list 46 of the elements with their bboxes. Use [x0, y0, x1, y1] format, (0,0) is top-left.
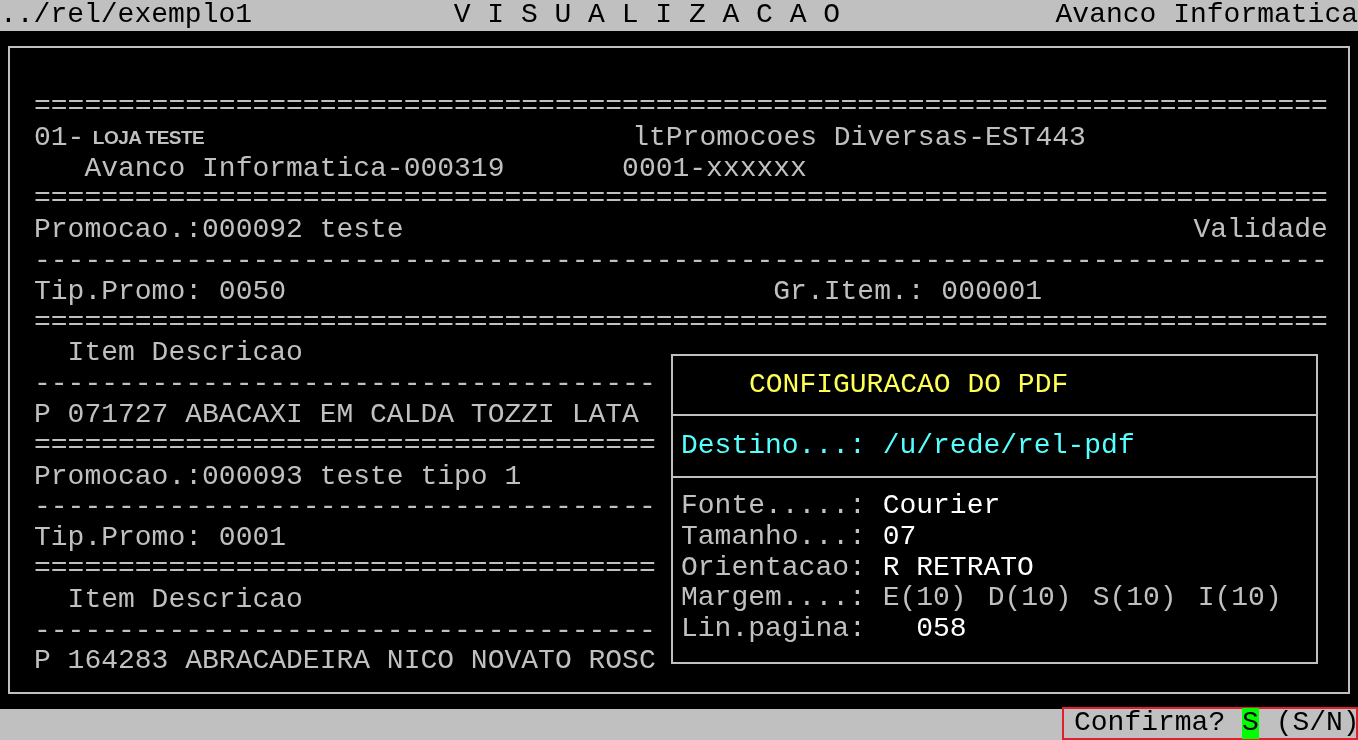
field-value: 058 [916, 614, 967, 645]
report-text: Item Descricao [67, 583, 303, 615]
company-name: Avanco Informatica [1055, 0, 1358, 31]
confirm-prompt: Confirma? [1074, 708, 1226, 739]
rule-line: ----------------------------------------------------------------------------- [34, 245, 1328, 276]
field-label: Orientacao: [681, 551, 866, 583]
field-label: Lin.pagina: [681, 613, 866, 645]
file-path: ../rel/exemplo1 [0, 0, 253, 31]
screen-title: V I S U A L I Z A C A O [453, 0, 841, 31]
report-text: Gr.Item.: 000001 [773, 275, 1043, 307]
dialog-title: CONFIGURACAO DO PDF [749, 369, 1069, 401]
report-text: Item Descricao [67, 337, 303, 369]
destination-value[interactable]: /u/rede/rel-pdf [882, 430, 1135, 462]
report-text: Avanco Informatica-000319 [84, 152, 505, 184]
rule-line: ============================================================================= [34, 91, 1328, 122]
margin-value: D(10) [987, 583, 1072, 615]
rule-line: ===================================== [34, 429, 656, 461]
report-text: 0001-xxxxxx [622, 152, 807, 184]
rule-line: ============================================================================= [34, 183, 1328, 215]
field-label: Margem....: [681, 582, 866, 614]
rule-line: ------------------------------------- [34, 614, 656, 646]
report-text: Tip.Promo: 0001 [34, 522, 287, 554]
answer-field[interactable]: S [1242, 708, 1259, 739]
field-value: Courier [882, 491, 1001, 522]
margin-value: I(10) [1197, 583, 1282, 615]
rule-line: ===================================== [34, 552, 656, 584]
report-text: ltPromocoes Diversas-EST443 [632, 121, 1086, 153]
margin-value: S(10) [1092, 583, 1177, 615]
report-text: Promocao.:000093 teste tipo 1 [34, 460, 522, 492]
margin-value: E(10) [882, 583, 967, 615]
field-value: 07 [882, 521, 917, 553]
report-text: P 071727 ABACAXI EM CALDA TOZZI LATA [34, 398, 639, 430]
rule-line: ------------------------------------- [34, 491, 656, 523]
answer-options: (S/N) [1275, 708, 1358, 739]
report-text: Validade [1193, 214, 1328, 246]
field-label: Fonte.....: [681, 490, 866, 521]
report-text: 01- [34, 121, 85, 153]
report-text: Tip.Promo: 0050 [34, 275, 287, 307]
field-label: Tamanho...: [681, 520, 866, 552]
report-text: Promocao.:000092 teste [34, 214, 404, 246]
store-name: LOJA TESTE [92, 127, 205, 149]
rule-line: ------------------------------------- [34, 368, 656, 400]
rule-line: ============================================================================= [34, 306, 1328, 338]
report-text: P 164283 ABRACADEIRA NICO NOVATO ROSC [34, 645, 656, 677]
field-label: Destino...: [681, 430, 866, 462]
field-value: R RETRATO [882, 552, 1034, 584]
